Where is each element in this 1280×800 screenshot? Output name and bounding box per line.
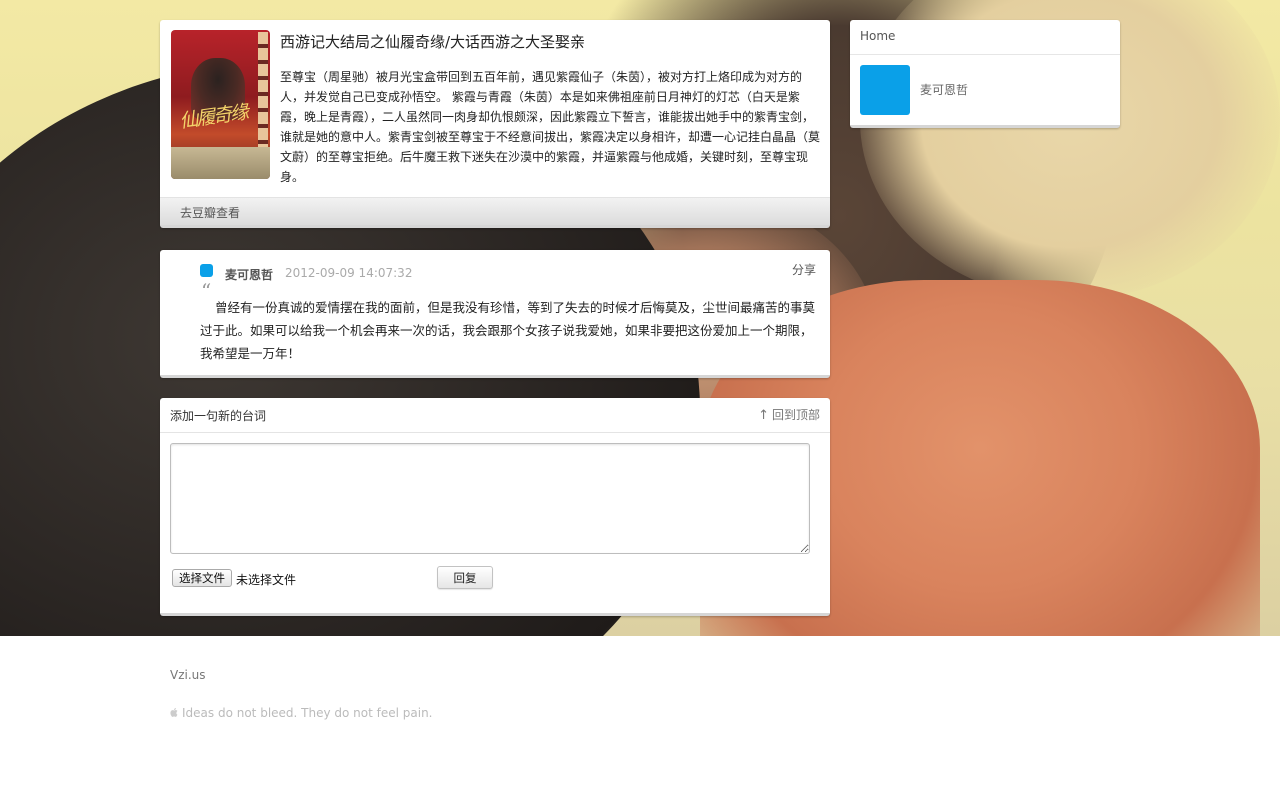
home-link[interactable]: Home bbox=[860, 29, 895, 43]
reply-header: 添加一句新的台词 ↑ 回到顶部 bbox=[160, 398, 830, 433]
reply-panel: 添加一句新的台词 ↑ 回到顶部 选择文件 未选择文件 回复 bbox=[160, 398, 830, 616]
footer-tagline: Ideas do not bleed. They do not feel pai… bbox=[170, 706, 433, 720]
footer-site-link[interactable]: Vzi.us bbox=[170, 668, 206, 682]
tagline-text: Ideas do not bleed. They do not feel pai… bbox=[182, 706, 433, 720]
back-to-top-link[interactable]: ↑ 回到顶部 bbox=[758, 406, 820, 423]
user-avatar-small[interactable] bbox=[200, 264, 213, 277]
movie-footer-bar: 去豆瓣查看 bbox=[160, 197, 830, 225]
avatar[interactable] bbox=[860, 65, 910, 115]
up-arrow-icon: ↑ bbox=[758, 408, 769, 423]
quote-author[interactable]: 麦可恩哲 bbox=[225, 266, 273, 283]
quote-textarea[interactable] bbox=[170, 443, 810, 554]
apple-icon bbox=[170, 708, 178, 717]
reply-title: 添加一句新的台词 bbox=[170, 409, 267, 423]
movie-poster[interactable]: 仙履奇缘 bbox=[171, 30, 270, 179]
sidebar-header: Home bbox=[850, 20, 1120, 55]
sidebar-username[interactable]: 麦可恩哲 bbox=[920, 81, 968, 98]
movie-title: 西游记大结局之仙履奇缘/大话西游之大圣娶亲 bbox=[280, 33, 586, 51]
quote-text: 曾经有一份真诚的爱情摆在我的面前，但是我没有珍惜，等到了失去的时候才后悔莫及，尘… bbox=[200, 300, 816, 361]
choose-file-button[interactable]: 选择文件 bbox=[172, 569, 232, 587]
douban-link[interactable]: 去豆瓣查看 bbox=[180, 204, 240, 221]
movie-panel: 仙履奇缘 西游记大结局之仙履奇缘/大话西游之大圣娶亲 至尊宝（周星驰）被月光宝盒… bbox=[160, 20, 830, 228]
file-status: 未选择文件 bbox=[236, 573, 297, 587]
reply-submit-button[interactable]: 回复 bbox=[437, 566, 493, 589]
sidebar-panel: Home 麦可恩哲 bbox=[850, 20, 1120, 128]
quote-timestamp: 2012-09-09 14:07:32 bbox=[285, 266, 413, 280]
quote-panel: 麦可恩哲 2012-09-09 14:07:32 分享 “ 曾经有一份真诚的爱情… bbox=[160, 250, 830, 378]
back-to-top-label: 回到顶部 bbox=[771, 408, 820, 422]
movie-description: 至尊宝（周星驰）被月光宝盒带回到五百年前，遇见紫霞仙子（朱茵），被对方打上烙印成… bbox=[280, 70, 821, 184]
share-link[interactable]: 分享 bbox=[792, 261, 816, 278]
poster-title-art: 仙履奇缘 bbox=[178, 101, 249, 133]
